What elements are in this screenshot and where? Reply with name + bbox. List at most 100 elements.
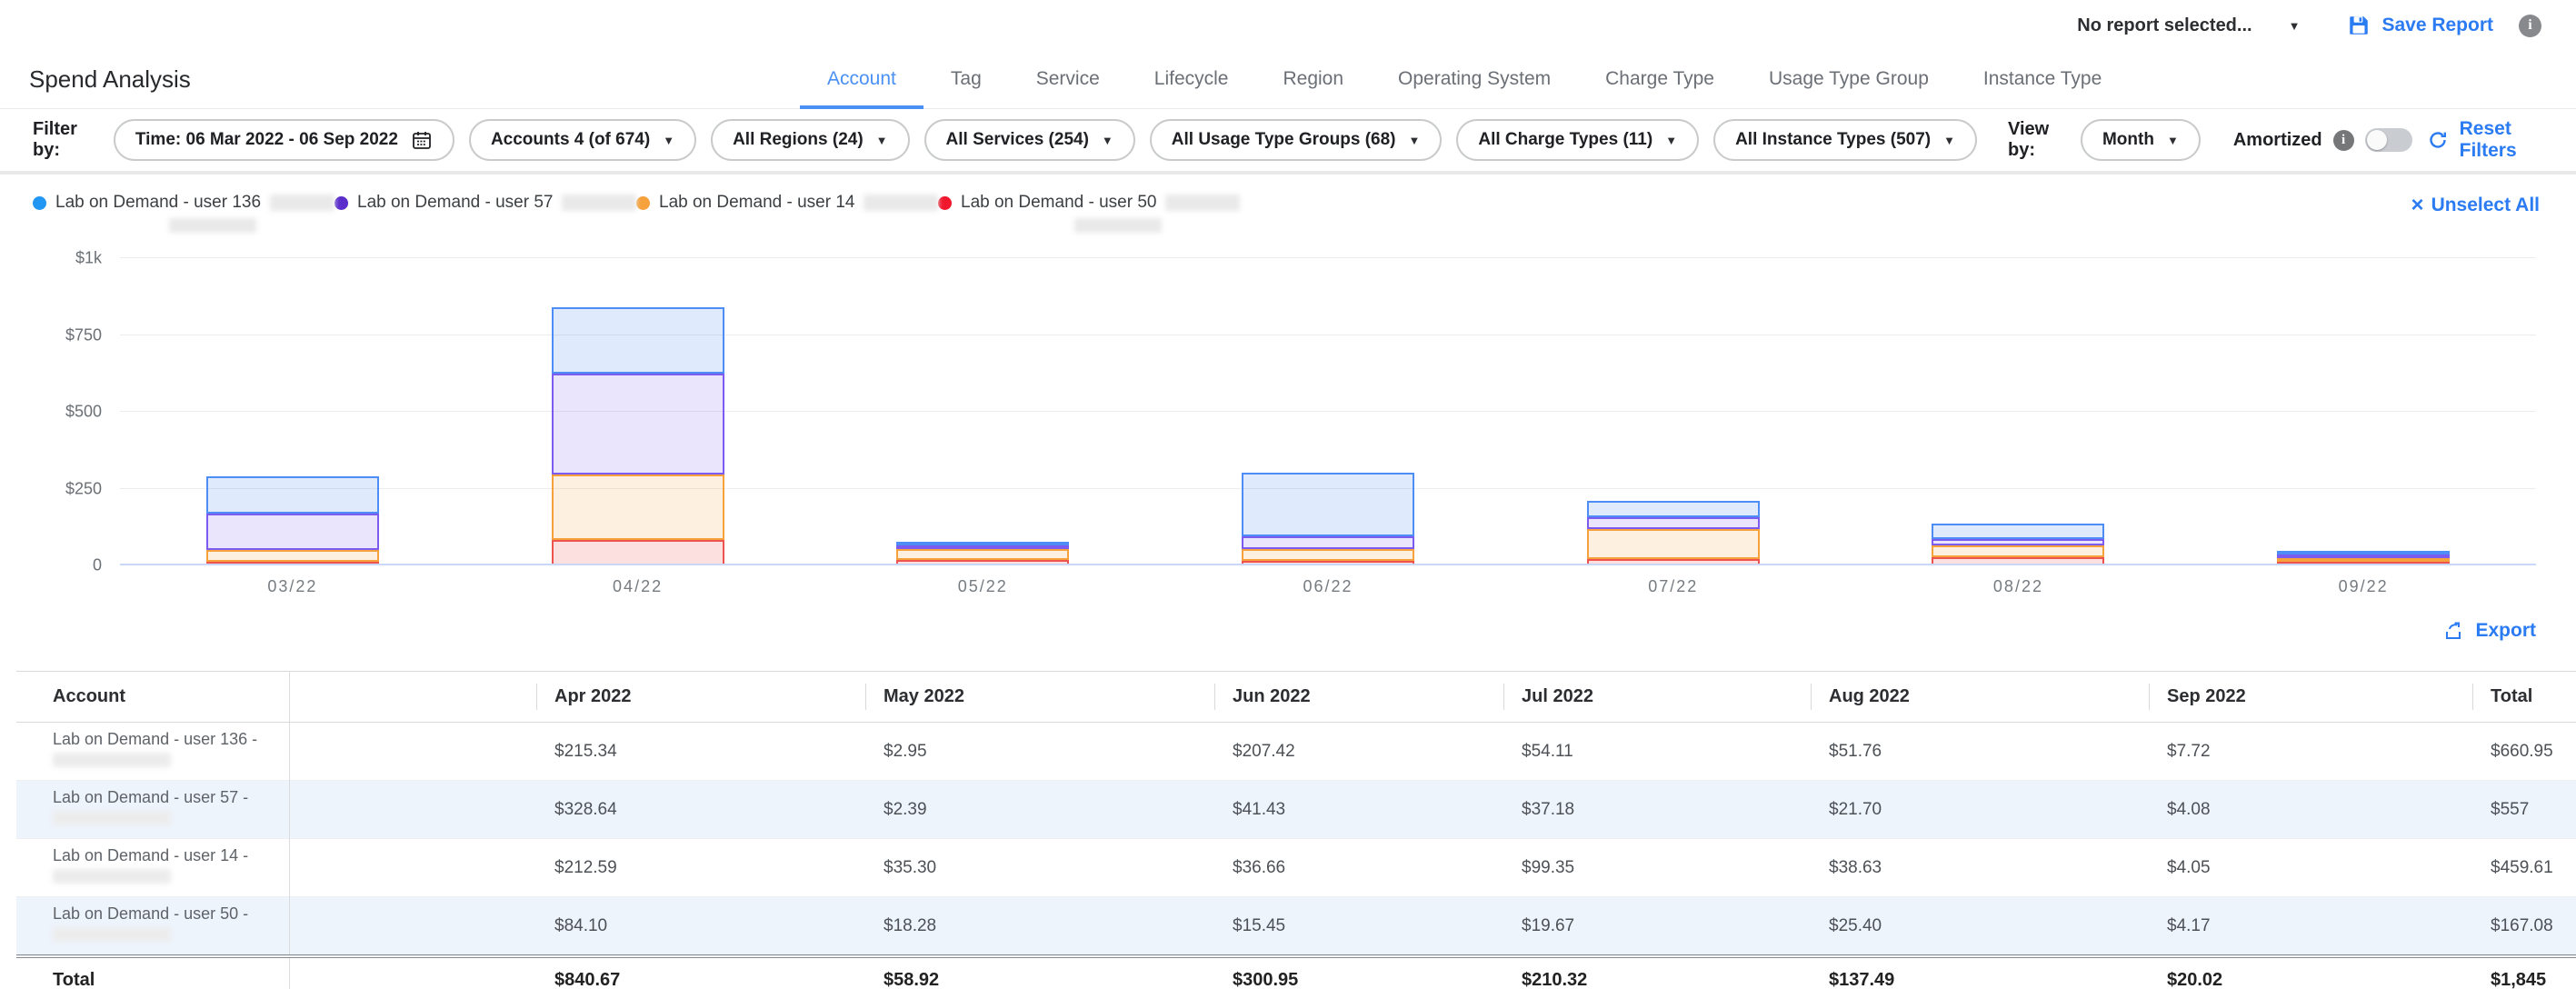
value-cell: $4.08 — [2149, 781, 2472, 839]
chevron-down-icon: ▼ — [663, 134, 674, 147]
bar-segment-lab-on-demand-user-57[interactable] — [1587, 517, 1760, 529]
tab-charge-type[interactable]: Charge Type — [1578, 53, 1742, 109]
bar-segment-lab-on-demand-user-136[interactable] — [206, 476, 379, 514]
account-name: Lab on Demand - user 14 - — [53, 846, 280, 864]
value-cell: $37.18 — [1503, 781, 1811, 839]
bar-segment-lab-on-demand-user-136[interactable] — [1242, 473, 1414, 536]
tab-service[interactable]: Service — [1009, 53, 1127, 109]
value-cell: $51.76 — [1811, 723, 2149, 781]
tab-operating-system[interactable]: Operating System — [1371, 53, 1578, 109]
bar-segment-lab-on-demand-user-57[interactable] — [1242, 536, 1414, 549]
tab-account[interactable]: Account — [800, 53, 924, 109]
table-row[interactable]: Lab on Demand - user 50 -$84.10$18.28$15… — [16, 897, 2576, 957]
legend-label: Lab on Demand - user 57 — [357, 193, 553, 213]
stacked-bar-06-22[interactable] — [1242, 473, 1414, 565]
value-cell: $18.28 — [865, 897, 1214, 957]
bar-segment-lab-on-demand-user-14[interactable] — [552, 475, 724, 540]
total-value-cell: $1,845 — [2472, 956, 2576, 989]
total-value-cell: $840.67 — [536, 956, 865, 989]
save-report-button[interactable]: Save Report — [2347, 14, 2493, 37]
value-cell: $38.63 — [1811, 839, 2149, 897]
col-header-may-2022[interactable]: May 2022 — [865, 672, 1214, 723]
bar-segment-lab-on-demand-user-57[interactable] — [552, 374, 724, 475]
bar-slot-08-22 — [1846, 258, 2192, 565]
filter-pill-accounts-4-of-674[interactable]: Accounts 4 (of 674)▼ — [469, 119, 696, 161]
reset-filters-button[interactable]: Reset Filters — [2427, 118, 2543, 162]
filter-pill-all-usage-type-groups-68[interactable]: All Usage Type Groups (68)▼ — [1150, 119, 1443, 161]
bar-segment-lab-on-demand-user-57[interactable] — [206, 514, 379, 550]
export-button[interactable]: Export — [2442, 620, 2536, 642]
bar-segment-lab-on-demand-user-57[interactable] — [1932, 539, 2104, 545]
redacted-text — [1165, 195, 1240, 211]
value-cell: $328.64 — [536, 781, 865, 839]
bar-segment-lab-on-demand-user-136[interactable] — [1932, 524, 2104, 540]
bar-segment-lab-on-demand-user-14[interactable] — [1587, 529, 1760, 560]
tab-tag[interactable]: Tag — [924, 53, 1009, 109]
view-by-value: Month — [2102, 130, 2154, 150]
export-row: Export — [0, 600, 2576, 647]
filter-pill-all-instance-types-507[interactable]: All Instance Types (507)▼ — [1713, 119, 1977, 161]
tab-region[interactable]: Region — [1255, 53, 1371, 109]
col-header-jul-2022[interactable]: Jul 2022 — [1503, 672, 1811, 723]
info-icon[interactable]: i — [2519, 15, 2541, 37]
filter-pill-all-services-254[interactable]: All Services (254)▼ — [924, 119, 1135, 161]
redacted-text — [270, 195, 334, 211]
tab-instance-type[interactable]: Instance Type — [1956, 53, 2129, 109]
unselect-all-label: Unselect All — [2431, 195, 2540, 216]
bar-segment-lab-on-demand-user-14[interactable] — [896, 549, 1069, 560]
table-row[interactable]: Lab on Demand - user 57 -$328.64$2.39$41… — [16, 781, 2576, 839]
col-header-jun-2022[interactable]: Jun 2022 — [1214, 672, 1503, 723]
bar-segment-lab-on-demand-user-14[interactable] — [1242, 549, 1414, 560]
bar-segment-lab-on-demand-user-136[interactable] — [552, 307, 724, 374]
col-header-aug-2022[interactable]: Aug 2022 — [1811, 672, 2149, 723]
bar-segment-lab-on-demand-user-14[interactable] — [1932, 545, 2104, 557]
bar-segment-lab-on-demand-user-136[interactable] — [1587, 501, 1760, 517]
legend-entry: Lab on Demand - user 14 — [636, 193, 938, 213]
table-row[interactable]: Lab on Demand - user 136 -$215.34$2.95$2… — [16, 723, 2576, 781]
view-by-dropdown[interactable]: Month ▼ — [2081, 119, 2201, 161]
legend-item-lab-on-demand-user-57[interactable]: Lab on Demand - user 57 — [334, 193, 636, 233]
legend-dot — [636, 196, 650, 210]
col-header-total[interactable]: Total — [2472, 672, 2576, 723]
stacked-bar-08-22[interactable] — [1932, 524, 2104, 565]
tab-lifecycle[interactable]: Lifecycle — [1127, 53, 1256, 109]
legend-item-lab-on-demand-user-14[interactable]: Lab on Demand - user 14 — [636, 193, 938, 233]
stacked-bar-05-22[interactable] — [896, 542, 1069, 565]
value-cell: $459.61 — [2472, 839, 2576, 897]
value-cell: $19.67 — [1503, 897, 1811, 957]
col-header-account[interactable]: Account — [16, 672, 289, 723]
legend-item-lab-on-demand-user-136[interactable]: Lab on Demand - user 136 — [33, 193, 334, 233]
col-header-apr-2022[interactable]: Apr 2022 — [536, 672, 865, 723]
top-bar: No report selected... ▼ Save Report i — [0, 0, 2576, 51]
amortized-toggle[interactable] — [2365, 128, 2412, 152]
value-cell: $557 — [2472, 781, 2576, 839]
table-row[interactable]: Lab on Demand - user 14 -$212.59$35.30$3… — [16, 839, 2576, 897]
filter-pill-all-regions-24[interactable]: All Regions (24)▼ — [711, 119, 909, 161]
total-value-cell: $137.49 — [1811, 956, 2149, 989]
tab-usage-type-group[interactable]: Usage Type Group — [1742, 53, 1956, 109]
x-tick-label: 05/22 — [810, 577, 1155, 596]
chevron-down-icon: ▼ — [1943, 134, 1955, 147]
spacer-cell — [289, 781, 536, 839]
report-selector-dropdown[interactable]: No report selected... ▼ — [2077, 15, 2300, 36]
bar-segment-lab-on-demand-user-14[interactable] — [206, 550, 379, 563]
value-cell: $25.40 — [1811, 897, 2149, 957]
stacked-bar-04-22[interactable] — [552, 307, 724, 565]
stacked-bar-07-22[interactable] — [1587, 501, 1760, 565]
filter-pill-all-charge-types-11[interactable]: All Charge Types (11)▼ — [1456, 119, 1699, 161]
redacted-text — [562, 195, 636, 211]
info-icon[interactable]: i — [2333, 130, 2354, 151]
bars-container — [120, 258, 2536, 565]
filter-pill-label: All Regions (24) — [733, 130, 864, 150]
legend-item-lab-on-demand-user-50[interactable]: Lab on Demand - user 50 — [938, 193, 1240, 233]
account-name: Lab on Demand - user 50 - — [53, 904, 280, 923]
col-header-sep-2022[interactable]: Sep 2022 — [2149, 672, 2472, 723]
bar-segment-lab-on-demand-user-50[interactable] — [552, 540, 724, 565]
time-range-filter[interactable]: Time: 06 Mar 2022 - 06 Sep 2022 — [114, 119, 454, 161]
stacked-bar-03-22[interactable] — [206, 476, 379, 565]
legend-dot — [334, 196, 348, 210]
account-cell: Lab on Demand - user 50 - — [16, 897, 289, 957]
unselect-all-button[interactable]: × Unselect All — [2411, 195, 2540, 216]
export-label: Export — [2475, 620, 2536, 642]
title-bar: Spend Analysis AccountTagServiceLifecycl… — [0, 51, 2576, 109]
